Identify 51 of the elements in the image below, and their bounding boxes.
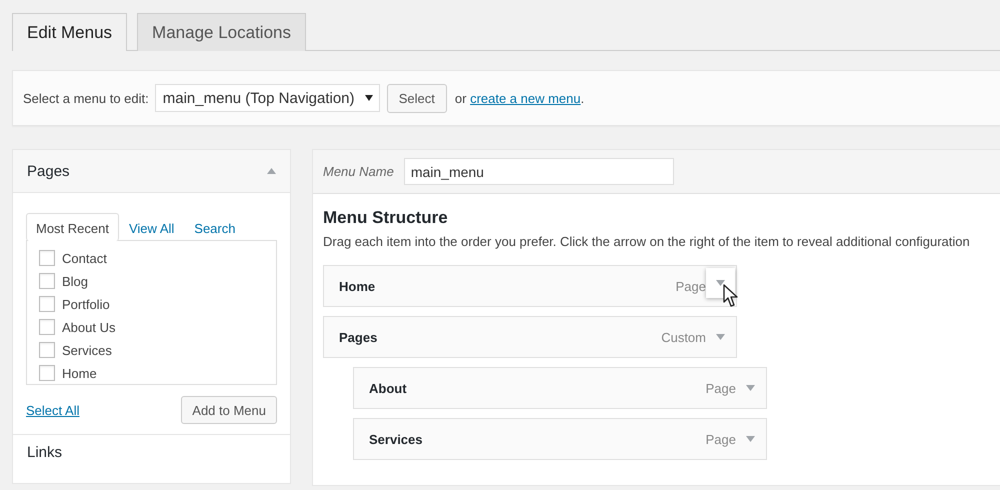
menu-item-type: Page (706, 432, 736, 446)
checkbox[interactable] (39, 250, 55, 266)
caret-icon (746, 436, 755, 442)
caret-icon (716, 334, 725, 340)
menu-structure-description: Drag each item into the order you prefer. Click the arrow on the right of the item to reveal additional configuration (323, 234, 971, 249)
menu-item-title: Pages (339, 330, 378, 344)
select-all-link[interactable]: Select All (26, 402, 80, 418)
select-button[interactable]: Select (386, 84, 447, 112)
pages-tab[interactable]: Most Recent (26, 213, 119, 241)
menu-item[interactable]: Services Page (353, 418, 767, 460)
page-label: Portfolio (62, 296, 110, 312)
menu-item-type: Custom (661, 330, 706, 344)
create-menu-text: or create a new menu. (454, 90, 584, 106)
links-box-title[interactable]: Links (27, 444, 62, 461)
checkbox[interactable] (39, 319, 55, 335)
menu-item-title: Services (369, 432, 422, 446)
pages-tab[interactable]: Search (184, 213, 246, 241)
collapse-arrow-icon (267, 168, 276, 174)
menu-item-type: Page (706, 380, 736, 396)
checkbox[interactable] (39, 365, 55, 381)
add-to-menu-button[interactable]: Add to Menu (181, 396, 277, 424)
page-label: Home (62, 366, 97, 380)
page-label: Services (62, 342, 112, 358)
menu-item-title: About (369, 380, 407, 396)
menu-item-title: Home (339, 278, 376, 294)
menu-name-field[interactable]: main_menu (404, 158, 674, 185)
checkbox[interactable] (39, 273, 55, 289)
menu-item[interactable]: Pages Custom (323, 316, 737, 358)
tab[interactable]: Manage Locations (137, 13, 306, 51)
checkbox[interactable] (39, 296, 55, 312)
caret-icon (716, 280, 725, 286)
cursor-icon (723, 284, 740, 308)
menu-item[interactable]: About Page (353, 367, 767, 409)
menu-structure-heading: Menu Structure (323, 208, 449, 228)
menu-name-label: Menu Name (323, 164, 394, 179)
page-label: About Us (62, 320, 116, 334)
select-label: Select a menu to edit: (23, 90, 149, 106)
checkbox[interactable] (39, 342, 55, 358)
pages-tab[interactable]: View All (118, 213, 184, 241)
create-menu-link[interactable]: create a new menu (470, 90, 581, 106)
page-label: Contact (62, 250, 107, 266)
page-label: Blog (62, 274, 88, 288)
pages-box-header[interactable]: Pages (13, 150, 290, 193)
tab[interactable]: Edit Menus (12, 13, 128, 51)
menu-item[interactable]: Home Page (323, 265, 737, 307)
expand-toggle[interactable] (706, 268, 735, 298)
menu-dropdown[interactable]: main_menu (Top Navigation) (154, 84, 380, 112)
caret-icon (364, 95, 373, 101)
pages-box-title: Pages (27, 162, 70, 180)
menu-item-type: Page (676, 278, 706, 294)
caret-icon (746, 385, 755, 391)
